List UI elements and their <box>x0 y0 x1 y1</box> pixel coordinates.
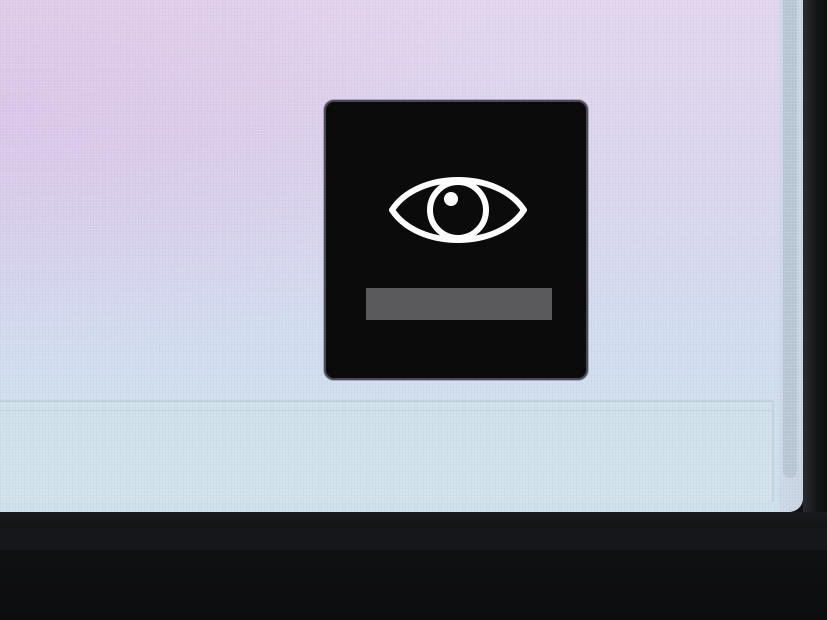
display-screen <box>0 0 803 512</box>
hud-overlay <box>324 100 588 380</box>
bottom-panel <box>0 400 774 502</box>
scrollbar-thumb[interactable] <box>783 0 797 478</box>
level-bar-fill <box>366 288 552 320</box>
monitor-bezel-edge <box>0 528 827 550</box>
eye-icon <box>389 177 527 243</box>
panel-divider <box>0 410 772 411</box>
photo-frame <box>0 0 827 620</box>
level-bar <box>366 288 552 320</box>
